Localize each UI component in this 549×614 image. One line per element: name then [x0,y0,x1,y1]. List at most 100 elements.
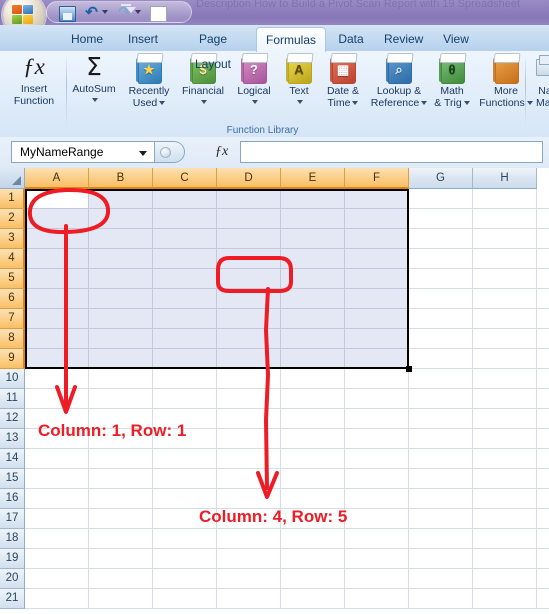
cell-G13[interactable] [409,429,473,449]
undo-dropdown-icon[interactable] [102,10,108,14]
cell-D20[interactable] [217,569,281,589]
cell-H10[interactable] [473,369,537,389]
cell-F3[interactable] [345,229,409,249]
column-header-E[interactable]: E [281,168,345,189]
chevron-down-icon[interactable] [159,101,166,106]
row-header-3[interactable]: 3 [0,229,25,249]
cell-C6[interactable] [153,289,217,309]
cell-A6[interactable] [25,289,89,309]
cell-I13[interactable] [537,429,549,449]
cell-I3[interactable] [537,229,549,249]
row-header-10[interactable]: 10 [0,369,25,389]
column-header-D[interactable]: D [217,168,281,189]
cell-I19[interactable] [537,549,549,569]
cell-G17[interactable] [409,509,473,529]
chevron-down-icon[interactable] [297,99,303,104]
cell-B11[interactable] [89,389,153,409]
cell-C8[interactable] [153,329,217,349]
ribbon-button-name-manager[interactable]: NaMar [530,53,549,109]
cell-E6[interactable] [281,289,345,309]
cell-D21[interactable] [217,589,281,609]
cell-G1[interactable] [409,189,473,209]
cell-B20[interactable] [89,569,153,589]
cell-H3[interactable] [473,229,537,249]
cell-G5[interactable] [409,269,473,289]
cell-E20[interactable] [281,569,345,589]
chevron-down-icon[interactable] [352,101,359,106]
cell-C14[interactable] [153,449,217,469]
formula-input[interactable] [240,141,543,163]
cell-I2[interactable] [537,209,549,229]
cell-D8[interactable] [217,329,281,349]
cell-D18[interactable] [217,529,281,549]
cell-D2[interactable] [217,209,281,229]
chevron-down-icon[interactable] [201,99,207,104]
cell-D10[interactable] [217,369,281,389]
cell-I15[interactable] [537,469,549,489]
cell-G19[interactable] [409,549,473,569]
cell-A18[interactable] [25,529,89,549]
row-header-11[interactable]: 11 [0,389,25,409]
cell-D6[interactable] [217,289,281,309]
row-header-14[interactable]: 14 [0,449,25,469]
cell-I12[interactable] [537,409,549,429]
cell-E18[interactable] [281,529,345,549]
cell-G11[interactable] [409,389,473,409]
cell-A9[interactable] [25,349,89,369]
cell-E5[interactable] [281,269,345,289]
cell-F16[interactable] [345,489,409,509]
ribbon-button-autosum[interactable]: Σ AutoSum [66,53,122,105]
ribbon-button-recently-used[interactable]: ★ Recently Used [121,53,177,109]
cell-G2[interactable] [409,209,473,229]
row-header-16[interactable]: 16 [0,489,25,509]
cell-I14[interactable] [537,449,549,469]
cell-B21[interactable] [89,589,153,609]
ribbon-button-text[interactable]: A Text [278,53,320,107]
cell-H17[interactable] [473,509,537,529]
cell-B17[interactable] [89,509,153,529]
cell-E16[interactable] [281,489,345,509]
cell-G8[interactable] [409,329,473,349]
cell-C16[interactable] [153,489,217,509]
cell-H6[interactable] [473,289,537,309]
cell-F19[interactable] [345,549,409,569]
cell-I8[interactable] [537,329,549,349]
cell-B7[interactable] [89,309,153,329]
ribbon-button-logical[interactable]: ? Logical [229,53,279,107]
row-header-2[interactable]: 2 [0,209,25,229]
cell-D13[interactable] [217,429,281,449]
cell-A2[interactable] [25,209,89,229]
cell-F6[interactable] [345,289,409,309]
cell-E4[interactable] [281,249,345,269]
cell-F18[interactable] [345,529,409,549]
cell-E10[interactable] [281,369,345,389]
row-header-21[interactable]: 21 [0,589,25,609]
cell-E8[interactable] [281,329,345,349]
cell-C2[interactable] [153,209,217,229]
cell-H11[interactable] [473,389,537,409]
cell-F14[interactable] [345,449,409,469]
cell-H7[interactable] [473,309,537,329]
cell-I18[interactable] [537,529,549,549]
cell-E2[interactable] [281,209,345,229]
cell-E9[interactable] [281,349,345,369]
cell-F13[interactable] [345,429,409,449]
cell-G20[interactable] [409,569,473,589]
cell-I20[interactable] [537,569,549,589]
row-header-4[interactable]: 4 [0,249,25,269]
cell-F11[interactable] [345,389,409,409]
cell-B2[interactable] [89,209,153,229]
cell-I21[interactable] [537,589,549,609]
cell-A20[interactable] [25,569,89,589]
cell-G9[interactable] [409,349,473,369]
cell-C7[interactable] [153,309,217,329]
column-header-B[interactable]: B [89,168,153,189]
cell-I10[interactable] [537,369,549,389]
cell-H4[interactable] [473,249,537,269]
cell-H20[interactable] [473,569,537,589]
cell-D16[interactable] [217,489,281,509]
cell-D11[interactable] [217,389,281,409]
row-header-9[interactable]: 9 [0,349,25,369]
cell-G10[interactable] [409,369,473,389]
ribbon-button-date-time[interactable]: ▦ Date & Time [318,53,368,109]
